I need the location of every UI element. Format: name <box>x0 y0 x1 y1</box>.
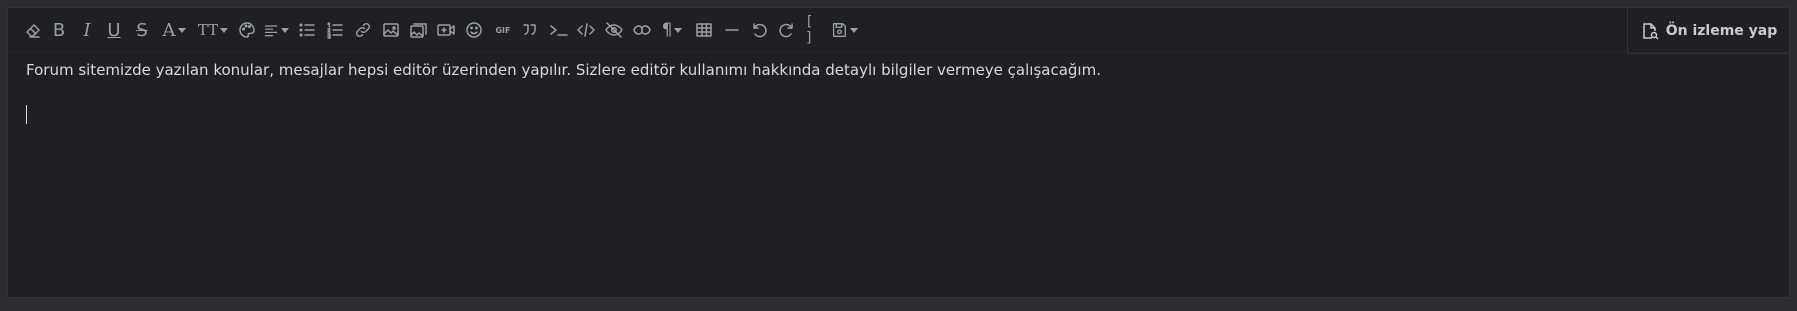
bullet-list-icon <box>299 23 315 37</box>
rich-text-editor: B I U S A TT GIF ¶ [] Ön izleme yap For… <box>7 7 1790 298</box>
strikethrough-icon: S <box>136 19 148 41</box>
inline-code-button[interactable] <box>548 17 570 43</box>
align-button[interactable] <box>262 17 290 43</box>
image-icon <box>383 23 399 37</box>
terminal-icon <box>550 25 568 36</box>
palette-icon <box>239 22 255 38</box>
horizontal-rule-icon <box>725 29 739 31</box>
video-icon <box>437 24 455 36</box>
eye-slash-icon <box>605 22 623 38</box>
brackets-icon: [ ] <box>805 14 814 46</box>
chevron-down-icon <box>281 27 289 33</box>
horizontal-rule-button[interactable] <box>722 17 742 43</box>
numbered-list-button[interactable] <box>325 17 345 43</box>
text-color-button[interactable]: A <box>160 17 188 43</box>
chevron-down-icon <box>674 27 683 33</box>
style-button[interactable] <box>237 17 257 43</box>
redo-button[interactable] <box>777 17 797 43</box>
redo-icon <box>779 23 793 38</box>
emoji-icon <box>466 22 482 38</box>
underline-button[interactable]: U <box>105 17 123 43</box>
underline-icon: U <box>107 19 121 41</box>
text-color-icon: A <box>162 19 176 41</box>
video-button[interactable] <box>436 17 456 43</box>
gallery-icon <box>410 23 427 38</box>
preview-file-icon <box>1642 22 1659 40</box>
bold-icon: B <box>52 19 66 41</box>
bullet-list-button[interactable] <box>297 17 317 43</box>
link-icon <box>355 22 371 38</box>
italic-icon: I <box>83 19 91 41</box>
remove-format-button[interactable] <box>22 17 44 43</box>
image-button[interactable] <box>381 17 401 43</box>
gif-icon: GIF <box>495 25 511 35</box>
gif-button[interactable]: GIF <box>492 17 514 43</box>
code-icon <box>577 23 595 37</box>
quote-button[interactable] <box>520 17 540 43</box>
chevron-down-icon <box>177 27 186 33</box>
gallery-button[interactable] <box>409 17 429 43</box>
table-button[interactable] <box>694 17 714 43</box>
chevron-down-icon <box>220 27 229 33</box>
drafts-button[interactable] <box>830 17 858 43</box>
emoji-button[interactable] <box>464 17 484 43</box>
save-icon <box>832 23 846 37</box>
font-size-icon: TT <box>197 21 219 39</box>
align-left-icon <box>264 25 278 37</box>
editor-content[interactable]: Forum sitemizde yazılan konular, mesajla… <box>26 60 1769 80</box>
code-button[interactable] <box>576 17 596 43</box>
eraser-icon <box>26 24 40 38</box>
bold-button[interactable]: B <box>50 17 68 43</box>
paragraph-button[interactable]: ¶ <box>660 17 684 43</box>
strikethrough-button[interactable]: S <box>133 17 151 43</box>
inline-spoiler-button[interactable] <box>632 17 652 43</box>
editor-paragraph: Forum sitemizde yazılan konular, mesajla… <box>26 61 1101 79</box>
spoiler-button[interactable] <box>604 17 624 43</box>
table-icon <box>696 23 712 37</box>
chevron-down-icon <box>850 27 858 33</box>
text-cursor <box>26 105 27 124</box>
font-size-button[interactable]: TT <box>196 17 230 43</box>
numbered-list-icon <box>327 22 343 39</box>
quote-icon <box>523 24 536 35</box>
preview-label: Ön izleme yap <box>1665 22 1778 39</box>
link-button[interactable] <box>353 17 373 43</box>
preview-button[interactable]: Ön izleme yap <box>1627 8 1789 54</box>
italic-button[interactable]: I <box>78 17 96 43</box>
paragraph-icon: ¶ <box>661 20 673 40</box>
bbcode-button[interactable]: [ ] <box>805 14 825 46</box>
undo-button[interactable] <box>749 17 769 43</box>
inline-spoiler-icon <box>633 25 651 35</box>
editor-toolbar: B I U S A TT GIF ¶ [] Ön izleme yap <box>8 8 1789 54</box>
undo-icon <box>753 23 767 38</box>
